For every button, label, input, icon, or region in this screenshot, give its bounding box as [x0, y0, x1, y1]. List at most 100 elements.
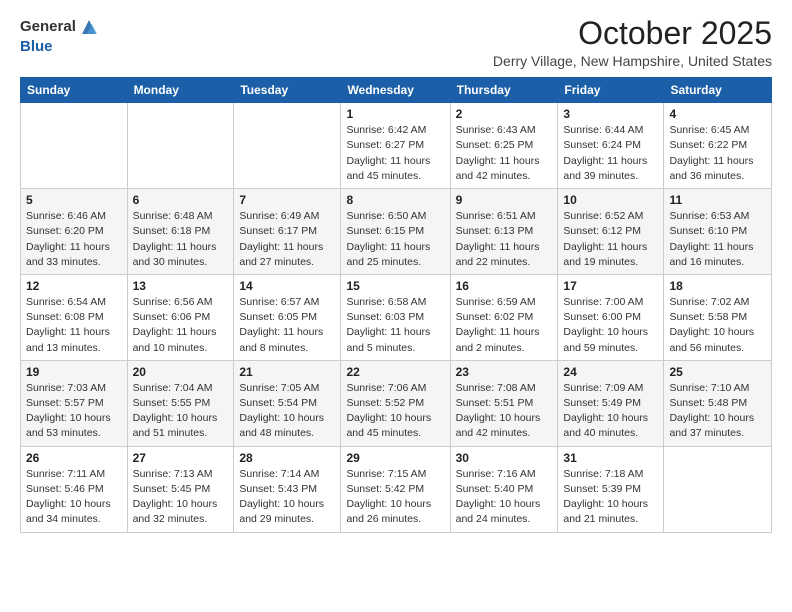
calendar-cell: 29Sunrise: 7:15 AMSunset: 5:42 PMDayligh…	[341, 446, 450, 532]
calendar-cell	[234, 103, 341, 189]
calendar-table: Sunday Monday Tuesday Wednesday Thursday…	[20, 77, 772, 532]
day-info: Sunrise: 7:16 AMSunset: 5:40 PMDaylight:…	[456, 467, 553, 528]
calendar-cell: 5Sunrise: 6:46 AMSunset: 6:20 PMDaylight…	[21, 189, 128, 275]
calendar-cell: 16 Sunrise: 6:59 AMSunset: 6:02 PMDayligh…	[450, 274, 558, 360]
day-number: 6	[133, 193, 229, 207]
month-year-title: October 2025	[493, 16, 772, 51]
col-thursday: Thursday	[450, 78, 558, 103]
calendar-cell: 2 Sunrise: 6:43 AMSunset: 6:25 PMDaylight…	[450, 103, 558, 189]
calendar-cell: 24 Sunrise: 7:09 AMSunset: 5:49 PMDayligh…	[558, 360, 664, 446]
calendar-cell: 19 Sunrise: 7:03 AMSunset: 5:57 PMDayligh…	[21, 360, 128, 446]
day-info: Sunrise: 7:14 AMSunset: 5:43 PMDaylight:…	[239, 467, 335, 528]
calendar-cell: 6 Sunrise: 6:48 AMSunset: 6:18 PMDaylight…	[127, 189, 234, 275]
day-info: Sunrise: 6:50 AMSunset: 6:15 PMDaylight:…	[346, 209, 444, 270]
logo: General Blue	[20, 16, 100, 56]
calendar-cell: 14 Sunrise: 6:57 AMSunset: 6:05 PMDayligh…	[234, 274, 341, 360]
day-number: 24	[563, 365, 658, 379]
calendar-cell: 15 Sunrise: 6:58 AMSunset: 6:03 PMDayligh…	[341, 274, 450, 360]
calendar-cell: 13Sunrise: 6:56 AMSunset: 6:06 PMDayligh…	[127, 274, 234, 360]
calendar-week-row: 1 Sunrise: 6:42 AMSunset: 6:27 PMDaylight…	[21, 103, 772, 189]
day-number: 17	[563, 279, 658, 293]
day-number: 8	[346, 193, 444, 207]
day-number: 19	[26, 365, 122, 379]
calendar-cell: 3Sunrise: 6:44 AMSunset: 6:24 PMDaylight…	[558, 103, 664, 189]
day-info: Sunrise: 7:06 AMSunset: 5:52 PMDaylight:…	[346, 381, 444, 442]
calendar-cell: 11 Sunrise: 6:53 AMSunset: 6:10 PMDayligh…	[664, 189, 772, 275]
calendar-cell: 12Sunrise: 6:54 AMSunset: 6:08 PMDayligh…	[21, 274, 128, 360]
day-info: Sunrise: 6:42 AMSunset: 6:27 PMDaylight:…	[346, 123, 444, 184]
day-info: Sunrise: 7:04 AMSunset: 5:55 PMDaylight:…	[133, 381, 229, 442]
day-number: 7	[239, 193, 335, 207]
calendar-week-row: 26 Sunrise: 7:11 AMSunset: 5:46 PMDayligh…	[21, 446, 772, 532]
calendar-cell: 7 Sunrise: 6:49 AMSunset: 6:17 PMDaylight…	[234, 189, 341, 275]
day-number: 21	[239, 365, 335, 379]
day-number: 16	[456, 279, 553, 293]
calendar-cell: 8 Sunrise: 6:50 AMSunset: 6:15 PMDaylight…	[341, 189, 450, 275]
logo-icon	[78, 16, 100, 38]
day-info: Sunrise: 7:10 AMSunset: 5:48 PMDaylight:…	[669, 381, 766, 442]
calendar-week-row: 19 Sunrise: 7:03 AMSunset: 5:57 PMDayligh…	[21, 360, 772, 446]
day-number: 28	[239, 451, 335, 465]
day-number: 14	[239, 279, 335, 293]
calendar-cell: 22 Sunrise: 7:06 AMSunset: 5:52 PMDayligh…	[341, 360, 450, 446]
day-info: Sunrise: 7:05 AMSunset: 5:54 PMDaylight:…	[239, 381, 335, 442]
col-friday: Friday	[558, 78, 664, 103]
day-number: 18	[669, 279, 766, 293]
col-monday: Monday	[127, 78, 234, 103]
calendar-cell: 9Sunrise: 6:51 AMSunset: 6:13 PMDaylight…	[450, 189, 558, 275]
calendar-cell: 23Sunrise: 7:08 AMSunset: 5:51 PMDayligh…	[450, 360, 558, 446]
calendar-cell	[21, 103, 128, 189]
day-number: 4	[669, 107, 766, 121]
day-number: 11	[669, 193, 766, 207]
calendar-cell: 25 Sunrise: 7:10 AMSunset: 5:48 PMDayligh…	[664, 360, 772, 446]
day-number: 29	[346, 451, 444, 465]
day-number: 26	[26, 451, 122, 465]
day-number: 25	[669, 365, 766, 379]
day-info: Sunrise: 7:13 AMSunset: 5:45 PMDaylight:…	[133, 467, 229, 528]
calendar-cell: 28 Sunrise: 7:14 AMSunset: 5:43 PMDayligh…	[234, 446, 341, 532]
title-block: October 2025 Derry Village, New Hampshir…	[493, 16, 772, 69]
day-number: 2	[456, 107, 553, 121]
calendar-week-row: 12Sunrise: 6:54 AMSunset: 6:08 PMDayligh…	[21, 274, 772, 360]
day-info: Sunrise: 6:52 AMSunset: 6:12 PMDaylight:…	[563, 209, 658, 270]
col-sunday: Sunday	[21, 78, 128, 103]
day-info: Sunrise: 6:48 AMSunset: 6:18 PMDaylight:…	[133, 209, 229, 270]
day-number: 27	[133, 451, 229, 465]
day-info: Sunrise: 6:58 AMSunset: 6:03 PMDaylight:…	[346, 295, 444, 356]
day-number: 9	[456, 193, 553, 207]
day-info: Sunrise: 6:43 AMSunset: 6:25 PMDaylight:…	[456, 123, 553, 184]
calendar-header-row: Sunday Monday Tuesday Wednesday Thursday…	[21, 78, 772, 103]
location-subtitle: Derry Village, New Hampshire, United Sta…	[493, 53, 772, 69]
day-info: Sunrise: 6:56 AMSunset: 6:06 PMDaylight:…	[133, 295, 229, 356]
day-info: Sunrise: 7:11 AMSunset: 5:46 PMDaylight:…	[26, 467, 122, 528]
calendar-cell: 27 Sunrise: 7:13 AMSunset: 5:45 PMDayligh…	[127, 446, 234, 532]
day-info: Sunrise: 7:03 AMSunset: 5:57 PMDaylight:…	[26, 381, 122, 442]
day-number: 20	[133, 365, 229, 379]
calendar-cell	[127, 103, 234, 189]
day-info: Sunrise: 6:49 AMSunset: 6:17 PMDaylight:…	[239, 209, 335, 270]
day-number: 23	[456, 365, 553, 379]
col-wednesday: Wednesday	[341, 78, 450, 103]
day-info: Sunrise: 7:09 AMSunset: 5:49 PMDaylight:…	[563, 381, 658, 442]
calendar-cell	[664, 446, 772, 532]
day-info: Sunrise: 6:44 AMSunset: 6:24 PMDaylight:…	[563, 123, 658, 184]
day-info: Sunrise: 6:53 AMSunset: 6:10 PMDaylight:…	[669, 209, 766, 270]
col-tuesday: Tuesday	[234, 78, 341, 103]
calendar-cell: 17Sunrise: 7:00 AMSunset: 6:00 PMDayligh…	[558, 274, 664, 360]
day-info: Sunrise: 6:45 AMSunset: 6:22 PMDaylight:…	[669, 123, 766, 184]
day-number: 12	[26, 279, 122, 293]
day-info: Sunrise: 6:57 AMSunset: 6:05 PMDaylight:…	[239, 295, 335, 356]
calendar-cell: 1 Sunrise: 6:42 AMSunset: 6:27 PMDaylight…	[341, 103, 450, 189]
day-info: Sunrise: 6:59 AMSunset: 6:02 PMDaylight:…	[456, 295, 553, 356]
day-info: Sunrise: 7:18 AMSunset: 5:39 PMDaylight:…	[563, 467, 658, 528]
calendar-cell: 26 Sunrise: 7:11 AMSunset: 5:46 PMDayligh…	[21, 446, 128, 532]
col-saturday: Saturday	[664, 78, 772, 103]
calendar-cell: 10Sunrise: 6:52 AMSunset: 6:12 PMDayligh…	[558, 189, 664, 275]
calendar-cell: 31Sunrise: 7:18 AMSunset: 5:39 PMDayligh…	[558, 446, 664, 532]
calendar-cell: 18 Sunrise: 7:02 AMSunset: 5:58 PMDayligh…	[664, 274, 772, 360]
day-info: Sunrise: 7:02 AMSunset: 5:58 PMDaylight:…	[669, 295, 766, 356]
day-number: 15	[346, 279, 444, 293]
day-number: 1	[346, 107, 444, 121]
day-number: 22	[346, 365, 444, 379]
day-number: 30	[456, 451, 553, 465]
